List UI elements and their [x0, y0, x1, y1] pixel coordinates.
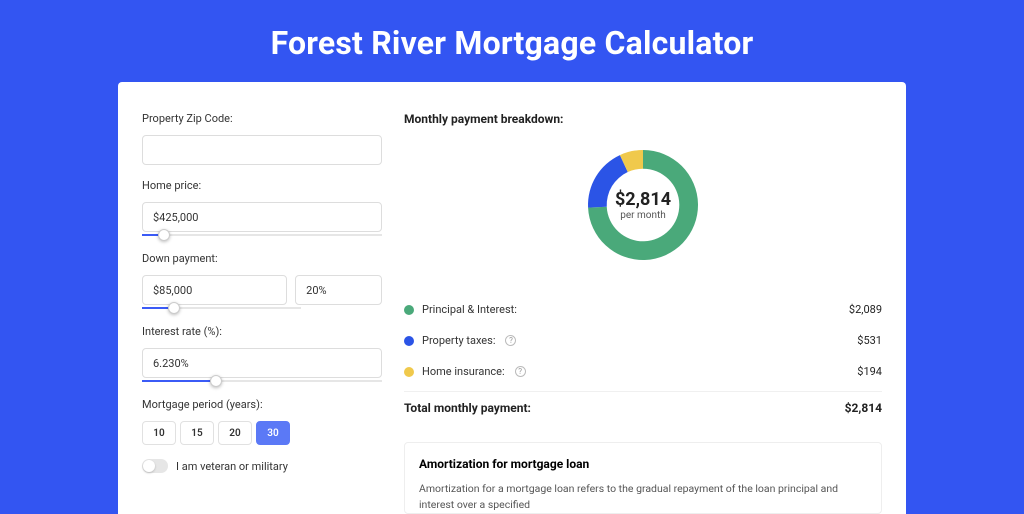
period-button-row: 10152030 [142, 421, 382, 445]
zip-label: Property Zip Code: [142, 112, 382, 125]
donut-chart: $2,814 per month [404, 140, 882, 270]
down-payment-slider[interactable] [142, 303, 301, 311]
zip-field-group: Property Zip Code: [142, 112, 382, 165]
calculator-card: Property Zip Code: Home price: Down paym… [118, 82, 906, 514]
home-price-label: Home price: [142, 179, 382, 192]
home-price-input[interactable] [142, 202, 382, 232]
period-button-20[interactable]: 20 [218, 421, 252, 445]
veteran-toggle-label: I am veteran or military [176, 460, 288, 473]
total-value: $2,814 [845, 401, 882, 415]
down-payment-label: Down payment: [142, 252, 382, 265]
legend-value: $194 [857, 365, 882, 378]
legend-dot-blue [404, 336, 414, 346]
legend-label: Home insurance: [422, 365, 505, 378]
zip-input[interactable] [142, 135, 382, 165]
interest-field-group: Interest rate (%): [142, 325, 382, 384]
donut-amount: $2,814 [615, 189, 671, 210]
interest-input[interactable] [142, 348, 382, 378]
inputs-column: Property Zip Code: Home price: Down paym… [142, 112, 382, 514]
total-row: Total monthly payment: $2,814 [404, 391, 882, 424]
down-payment-field-group: Down payment: [142, 252, 382, 311]
period-button-10[interactable]: 10 [142, 421, 176, 445]
period-label: Mortgage period (years): [142, 398, 382, 411]
legend-dot-green [404, 305, 414, 315]
page-title: Forest River Mortgage Calculator [0, 0, 1024, 82]
veteran-toggle[interactable] [142, 459, 168, 473]
legend-row-2: Home insurance:? $194 [404, 356, 882, 387]
down-payment-percent-input[interactable] [295, 275, 382, 305]
amortization-text: Amortization for a mortgage loan refers … [419, 481, 867, 513]
legend-value: $2,089 [849, 303, 882, 316]
veteran-toggle-row: I am veteran or military [142, 459, 382, 473]
down-payment-input[interactable] [142, 275, 287, 305]
home-price-slider-thumb[interactable] [158, 229, 170, 241]
interest-slider-thumb[interactable] [210, 375, 222, 387]
legend-label: Principal & Interest: [422, 303, 517, 316]
donut-sub: per month [615, 210, 671, 221]
interest-slider[interactable] [142, 376, 382, 384]
breakdown-heading: Monthly payment breakdown: [404, 112, 882, 126]
legend-label: Property taxes: [422, 334, 495, 347]
legend: Principal & Interest: $2,089 Property taxe… [404, 294, 882, 387]
legend-row-0: Principal & Interest: $2,089 [404, 294, 882, 325]
breakdown-column: Monthly payment breakdown: $2,814 per mo… [404, 112, 882, 514]
legend-value: $531 [857, 334, 882, 347]
down-payment-slider-thumb[interactable] [168, 302, 180, 314]
info-icon[interactable]: ? [515, 366, 526, 377]
period-button-15[interactable]: 15 [180, 421, 214, 445]
legend-dot-yellow [404, 367, 414, 377]
interest-slider-fill [142, 380, 216, 382]
period-field-group: Mortgage period (years): 10152030 [142, 398, 382, 445]
donut-center: $2,814 per month [615, 189, 671, 221]
legend-row-1: Property taxes:? $531 [404, 325, 882, 356]
amortization-card: Amortization for mortgage loan Amortizat… [404, 442, 882, 514]
period-button-30[interactable]: 30 [256, 421, 290, 445]
interest-label: Interest rate (%): [142, 325, 382, 338]
amortization-title: Amortization for mortgage loan [419, 457, 867, 471]
home-price-slider[interactable] [142, 230, 382, 238]
total-label: Total monthly payment: [404, 401, 531, 415]
home-price-field-group: Home price: [142, 179, 382, 238]
info-icon[interactable]: ? [505, 335, 516, 346]
